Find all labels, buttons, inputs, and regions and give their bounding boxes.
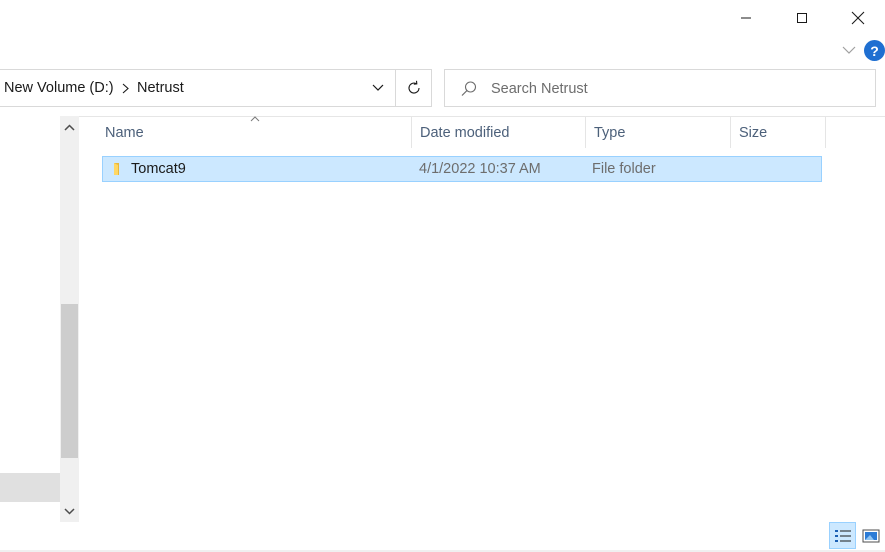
maximize-button[interactable] (779, 0, 825, 36)
help-icon[interactable]: ? (864, 40, 885, 61)
minimize-icon (741, 17, 751, 19)
search-box[interactable] (444, 69, 876, 107)
file-type: File folder (592, 161, 656, 177)
breadcrumb-drive[interactable]: New Volume (D:) (4, 80, 114, 96)
ribbon-row (0, 36, 885, 64)
address-history-button[interactable] (363, 70, 393, 106)
search-input[interactable] (491, 78, 861, 100)
title-bar (0, 0, 885, 36)
chevron-down-icon (64, 507, 75, 515)
expand-ribbon-button[interactable] (840, 42, 858, 58)
column-header-date-modified[interactable]: Date modified (411, 117, 585, 148)
refresh-icon (407, 80, 420, 94)
chevron-down-icon (372, 84, 384, 91)
maximize-icon (797, 13, 807, 23)
details-view-button[interactable] (829, 522, 856, 549)
scroll-thumb[interactable] (61, 304, 78, 458)
nav-scrollbar[interactable] (60, 116, 79, 522)
navigation-pane[interactable] (0, 116, 60, 522)
close-button[interactable] (835, 0, 881, 36)
refresh-button[interactable] (395, 70, 431, 106)
column-header-type[interactable]: Type (585, 117, 730, 148)
column-header-name[interactable]: Name (97, 117, 411, 148)
large-icons-view-icon (862, 529, 879, 542)
file-name: Tomcat9 (131, 161, 186, 177)
address-bar[interactable]: New Volume (D:) Netrust (0, 69, 432, 107)
file-date-modified: 4/1/2022 10:37 AM (419, 161, 541, 177)
folder-icon (114, 163, 119, 175)
details-view-icon (834, 529, 851, 542)
large-icons-view-button[interactable] (858, 522, 883, 549)
breadcrumb-folder[interactable]: Netrust (137, 80, 184, 96)
nav-selected-item[interactable] (0, 473, 60, 502)
chevron-down-icon (842, 46, 856, 54)
minimize-button[interactable] (723, 0, 769, 36)
search-icon (461, 81, 477, 96)
scroll-down-button[interactable] (60, 500, 79, 522)
scroll-up-button[interactable] (60, 116, 79, 138)
close-icon (851, 11, 865, 25)
file-row[interactable]: Tomcat9 4/1/2022 10:37 AM File folder (102, 156, 822, 182)
chevron-up-icon (64, 123, 75, 131)
column-header-size[interactable]: Size (730, 117, 826, 148)
chevron-right-icon[interactable] (120, 81, 130, 95)
